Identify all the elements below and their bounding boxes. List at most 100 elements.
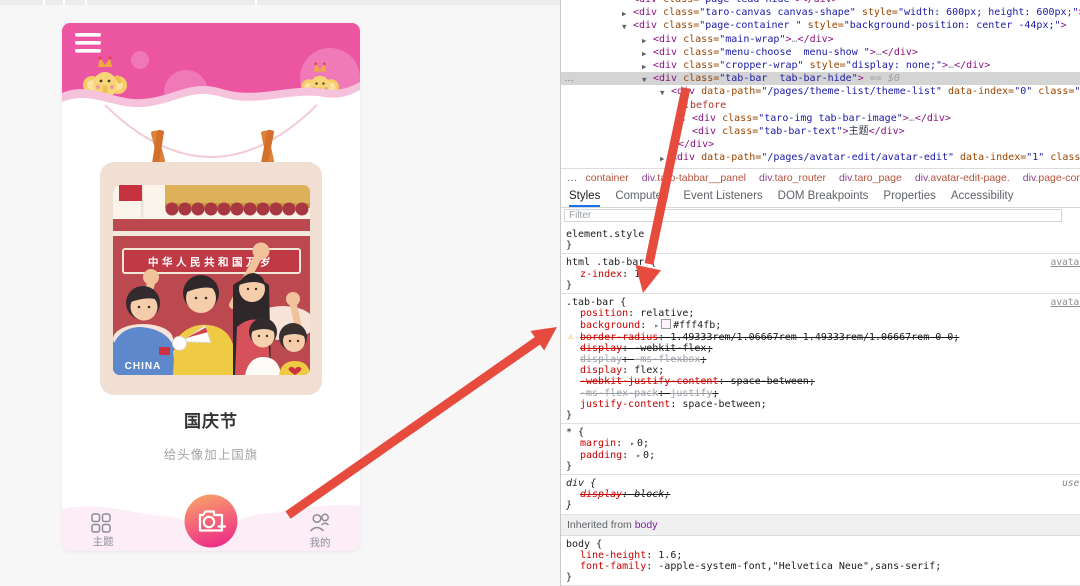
- css-property[interactable]: ⚠ border-radius: 1.49333rem/1.06667rem 1.…: [566, 332, 1080, 343]
- dom-tree-row[interactable]: ▶ <div class="cropper-wrap" style="displa…: [561, 59, 1080, 72]
- camera-capture-button[interactable]: [184, 494, 238, 548]
- code-token: data-path=: [695, 152, 762, 164]
- css-property[interactable]: -webkit-justify-content: space-between;: [566, 376, 1080, 387]
- rule-selector[interactable]: html .tab-bar {: [566, 257, 1080, 268]
- css-property[interactable]: justify-content: space-between;: [566, 399, 1080, 410]
- breadcrumb-item[interactable]: div.avatar-edit-page.: [915, 172, 1010, 184]
- css-property[interactable]: display: block;: [566, 489, 1080, 500]
- property-expander-icon[interactable]: ▸: [654, 321, 659, 330]
- dom-tree-row[interactable]: ▶ <div class="taro-canvas canvas-shape" s…: [561, 6, 1080, 19]
- crumb-class: .page-container.: [1035, 172, 1080, 184]
- code-token: <div: [671, 152, 696, 164]
- css-property[interactable]: display: -ms-flexbox;: [566, 354, 1080, 365]
- dom-tree-row[interactable]: <div class="tab-bar-text">主题</div>: [561, 125, 1080, 138]
- expander-closed-icon[interactable]: ▶: [642, 47, 647, 59]
- breadcrumb-overflow[interactable]: …: [567, 172, 579, 184]
- css-property[interactable]: margin: ▸ 0;: [566, 438, 1080, 449]
- dom-tree-row[interactable]: ▼ <div data-path="/pages/theme-list/theme…: [561, 85, 1080, 98]
- photo-illustration: 中华人民共和国万岁 CHINA: [113, 185, 310, 375]
- property-name: -ms-flex-pack: [580, 387, 659, 399]
- expander-closed-icon[interactable]: ▶: [642, 60, 647, 72]
- rule-close-brace: }: [566, 410, 573, 422]
- breadcrumb-item[interactable]: div.page-container.: [1023, 172, 1080, 184]
- css-property[interactable]: display: -webkit-flex;: [566, 343, 1080, 354]
- stylesheet-source-link[interactable]: avatar: [1051, 257, 1080, 268]
- property-expander-icon[interactable]: ▸: [630, 439, 635, 448]
- code-token: <div: [653, 46, 678, 58]
- theme-title: 国庆节: [184, 412, 238, 431]
- tab-mine-label[interactable]: 我的: [290, 535, 350, 550]
- css-property[interactable]: position: relative;: [566, 308, 1080, 319]
- code-token: </div>: [678, 139, 715, 151]
- expander-closed-icon[interactable]: ▶: [642, 34, 647, 46]
- tab-accessibility[interactable]: Accessibility: [951, 187, 1014, 205]
- dom-tree-row[interactable]: ▼ <div class="tab-bar tab-bar-hide"> == $…: [561, 72, 1080, 86]
- hamburger-menu-icon[interactable]: [75, 33, 101, 53]
- code-token: <div: [653, 59, 678, 71]
- property-expander-icon[interactable]: ▸: [636, 451, 641, 460]
- theme-subtitle: 给头像加上国旗: [163, 448, 259, 462]
- expander-open-icon[interactable]: ▼: [660, 86, 665, 98]
- stylesheet-source-link[interactable]: user: [1062, 478, 1080, 489]
- tab-styles[interactable]: Styles: [569, 187, 601, 207]
- rule-selector[interactable]: body {: [566, 539, 1080, 550]
- code-token: style=: [803, 59, 846, 71]
- theme-photo-card[interactable]: 中华人民共和国万岁 CHINA: [100, 162, 322, 395]
- dom-tree-row[interactable]: ▼ <div class="page-container " style="bac…: [561, 19, 1080, 32]
- code-token: "1": [1026, 152, 1045, 164]
- css-property[interactable]: padding: ▸ 0;: [566, 450, 1080, 461]
- expander-closed-icon[interactable]: ▶: [681, 113, 686, 125]
- property-name: display: [580, 354, 623, 366]
- breadcrumb-item[interactable]: container: [586, 172, 629, 184]
- code-token: <div: [692, 125, 717, 137]
- node-more-actions[interactable]: …: [564, 73, 574, 84]
- code-token: </div>: [797, 33, 834, 45]
- property-value: space-between: [730, 376, 809, 388]
- expander-closed-icon[interactable]: ▶: [622, 7, 627, 19]
- styles-filter-input[interactable]: [564, 209, 1062, 222]
- property-value: 1.49333rem/1.06667rem 1.49333rem/1.06667…: [670, 331, 954, 343]
- dom-tree-row[interactable]: ▶ <div data-path="/pages/avatar-edit/avat…: [561, 151, 1080, 164]
- inherited-from-link[interactable]: body: [635, 519, 658, 531]
- breadcrumb-item[interactable]: div.taro_router: [759, 172, 826, 184]
- tab-event-listeners[interactable]: Event Listeners: [683, 187, 762, 205]
- breadcrumb-item[interactable]: div.taro-tabbar__panel: [642, 172, 746, 184]
- css-property[interactable]: line-height: 1.6;: [566, 550, 1080, 561]
- dom-tree-row[interactable]: </div>: [561, 138, 1080, 151]
- css-property[interactable]: z-index: 10;: [566, 269, 1080, 280]
- property-value: 0: [637, 438, 644, 450]
- dom-tree-row[interactable]: ▶ <div class="main-wrap">…</div>: [561, 33, 1080, 46]
- expander-open-icon[interactable]: ▼: [622, 20, 627, 32]
- css-property[interactable]: -ms-flex-pack: justify;: [566, 388, 1080, 399]
- tab-dom-breakpoints[interactable]: DOM Breakpoints: [778, 187, 869, 205]
- rule-selector[interactable]: .tab-bar {: [566, 297, 1080, 308]
- color-swatch[interactable]: [661, 319, 672, 330]
- code-token: "menu-choose menu-show ": [719, 46, 870, 58]
- expander-open-icon[interactable]: ▼: [642, 73, 647, 85]
- css-property[interactable]: font-family: -apple-system-font,"Helveti…: [566, 561, 1080, 572]
- property-value: -apple-system-font,"Helvetica Neue",sans…: [658, 561, 936, 573]
- code-token: >: [1060, 20, 1067, 32]
- breadcrumb-item[interactable]: div.taro_page: [839, 172, 902, 184]
- css-rule: element.style {}: [561, 226, 1080, 255]
- tab-theme-label[interactable]: 主题: [73, 534, 133, 549]
- dom-tree-row[interactable]: ▶ <div class="menu-choose menu-show ">…</…: [561, 46, 1080, 59]
- tab-computed[interactable]: Computed: [615, 187, 668, 205]
- code-token: 主题: [848, 125, 869, 137]
- css-property[interactable]: background: ▸ #fff4fb;: [566, 319, 1080, 331]
- rule-selector[interactable]: * {: [566, 427, 1080, 438]
- css-property[interactable]: display: flex;: [566, 365, 1080, 376]
- property-value: 10: [634, 268, 647, 280]
- code-token: "taro-img tab-bar-image": [758, 112, 903, 124]
- code-token: "/pages/avatar-edit/avatar-edit": [761, 152, 954, 164]
- dom-tree-row[interactable]: ▶ <div class="taro-img tab-bar-image">…</…: [561, 112, 1080, 125]
- property-name: position: [580, 308, 629, 320]
- dom-tree-row[interactable]: ::before: [561, 99, 1080, 112]
- rule-selector[interactable]: div {: [566, 478, 1080, 489]
- tab-properties[interactable]: Properties: [883, 187, 935, 205]
- stylesheet-source-link[interactable]: avatar: [1051, 297, 1080, 308]
- expander-closed-icon[interactable]: ▶: [660, 152, 665, 164]
- property-value: space-between: [682, 398, 761, 410]
- rule-selector[interactable]: element.style {: [566, 229, 1080, 240]
- code-token: style=: [855, 7, 898, 19]
